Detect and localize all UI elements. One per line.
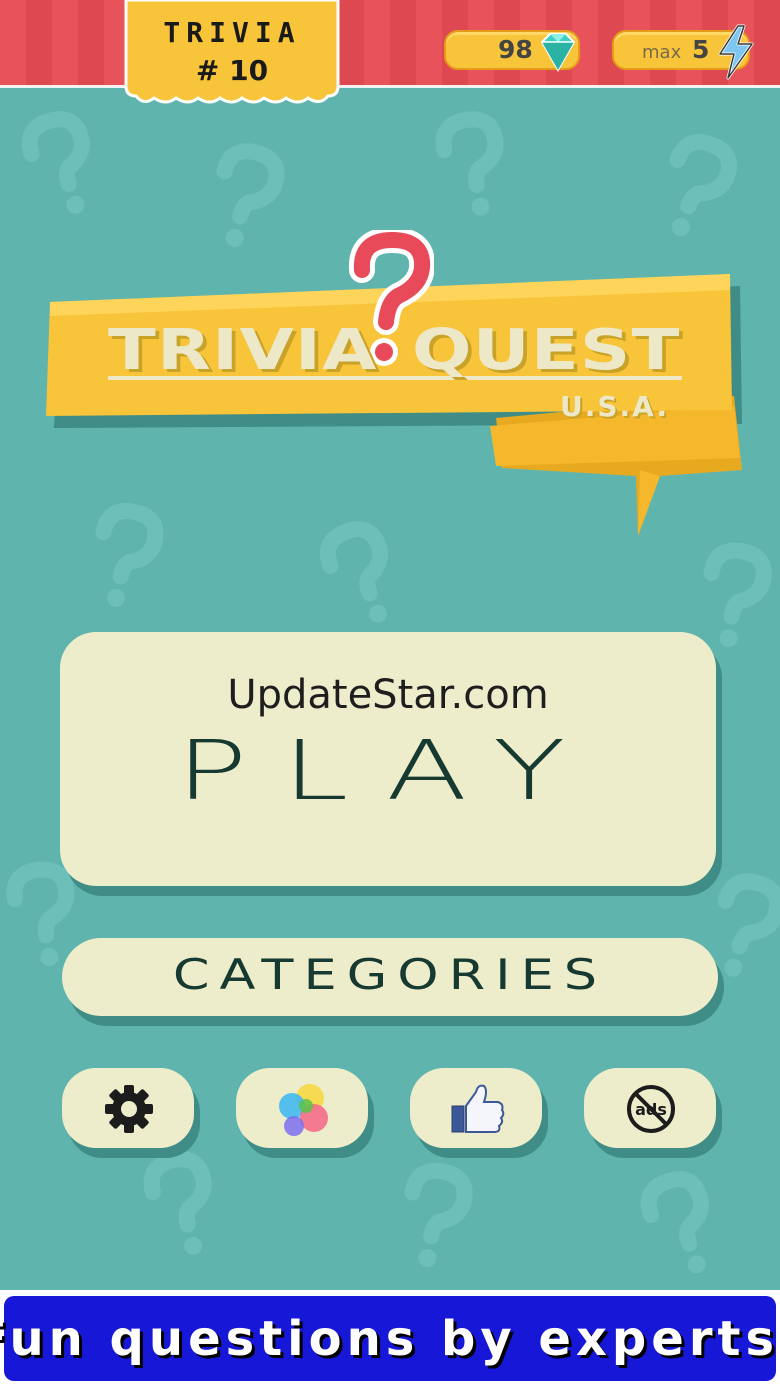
level-title: TRIVIA: [163, 16, 301, 49]
no-ads-button[interactable]: ads: [584, 1068, 716, 1148]
gear-icon: [105, 1085, 153, 1133]
no-ads-icon: ads: [627, 1085, 675, 1133]
settings-button[interactable]: [62, 1068, 194, 1148]
thumbs-up-icon: [451, 1084, 505, 1133]
play-button[interactable]: UpdateStar.com PLAY: [60, 632, 716, 886]
categories-button[interactable]: CATEGORIES: [62, 938, 718, 1016]
promo-banner: Fun questions by experts!: [0, 1290, 780, 1387]
logo-word-quest: QUEST: [412, 318, 681, 383]
energy-value: 5: [692, 35, 710, 64]
level-tab: TRIVIA # 10: [124, 0, 340, 106]
game-center-icon: [279, 1084, 328, 1136]
svg-text:ads: ads: [635, 1100, 667, 1119]
play-label: PLAY: [175, 724, 601, 819]
logo-word-trivia: TRIVIA: [108, 318, 378, 383]
energy-max-label: max: [642, 42, 682, 63]
game-center-button[interactable]: [236, 1068, 368, 1148]
like-button[interactable]: [410, 1068, 542, 1148]
energy-counter[interactable]: max 5: [612, 24, 754, 80]
categories-label: CATEGORIES: [172, 950, 608, 999]
level-number: # 10: [195, 54, 269, 87]
game-logo: TRIVIA QUEST U.S.A.: [40, 230, 750, 560]
gems-value: 98: [498, 35, 533, 64]
diamond-icon: [540, 33, 576, 73]
lightning-bolt-icon: [718, 24, 754, 80]
promo-banner-inner: Fun questions by experts!: [0, 1296, 780, 1381]
promo-text: Fun questions by experts!: [0, 1310, 780, 1367]
logo-subtitle: U.S.A.: [560, 390, 670, 423]
watermark-text: UpdateStar.com: [227, 672, 549, 718]
gems-counter[interactable]: 98: [444, 30, 580, 73]
